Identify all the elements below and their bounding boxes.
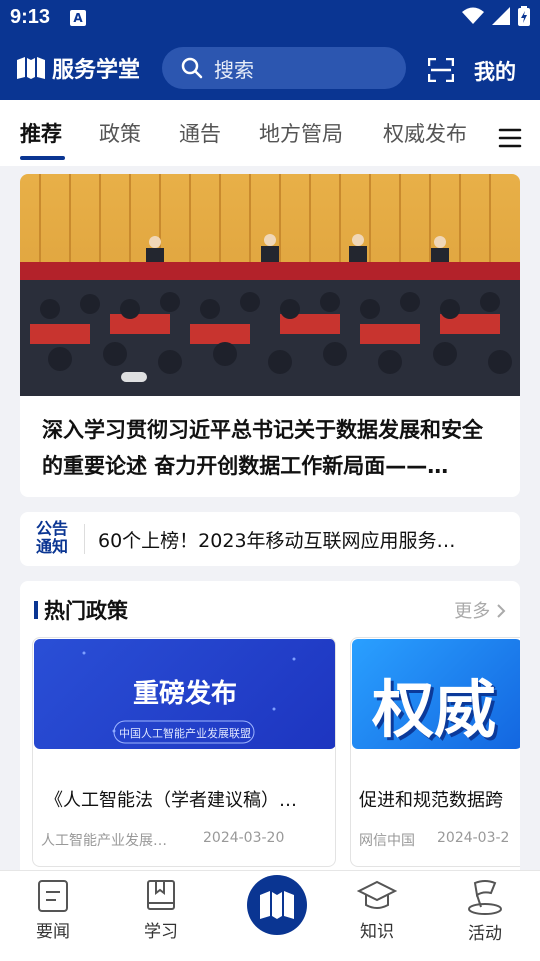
- tab-announcement[interactable]: 通告: [179, 118, 221, 148]
- search-placeholder: 搜索: [214, 57, 254, 82]
- policy-card[interactable]: 权威 促进和规范数据跨 网信中国 2024-03-2: [350, 637, 520, 867]
- policy-card-image: 权威: [352, 639, 520, 749]
- section-accent-bar: [34, 601, 38, 619]
- app-header: 服务学堂 搜索 我的: [0, 36, 540, 100]
- notice-logo-top: 公告: [35, 519, 68, 538]
- signal-icon: [492, 7, 510, 25]
- banner-card[interactable]: 深入学习贯彻习近平总书记关于数据发展和安全的重要论述 奋力开创数据工作新局面——…: [20, 174, 520, 497]
- policy-card-source: 网信中国: [359, 833, 415, 849]
- nav-study[interactable]: 学习: [121, 879, 201, 942]
- nav-center-button[interactable]: [247, 875, 307, 935]
- banner-title: 深入学习贯彻习近平总书记关于数据发展和安全的重要论述 奋力开创数据工作新局面——…: [42, 418, 483, 478]
- tab-recommend[interactable]: 推荐: [20, 118, 62, 148]
- search-bar[interactable]: 搜索: [162, 47, 406, 89]
- section-title: 热门政策: [44, 599, 128, 623]
- status-bar: 9:13 A: [0, 0, 540, 36]
- notice-text: 60个上榜！2023年移动互联网应用服务…: [98, 530, 456, 552]
- wifi-icon: [462, 7, 484, 24]
- notice-logo: 公告 通知: [32, 520, 72, 556]
- menu-icon[interactable]: [498, 128, 522, 148]
- status-time: 9:13: [10, 6, 51, 28]
- tab-local-bureau[interactable]: 地方管局: [259, 118, 343, 148]
- nav-activity-label: 活动: [468, 924, 502, 944]
- flag-icon: [468, 880, 502, 915]
- battery-icon: [518, 6, 530, 26]
- bottom-nav: 要闻 学习 知识 活动: [0, 870, 540, 961]
- more-label: 更多: [454, 601, 491, 622]
- category-tabs: 推荐 政策 通告 地方管局 权威发布: [0, 100, 540, 166]
- app-logo: 服务学堂: [16, 52, 140, 84]
- scan-icon[interactable]: [428, 58, 454, 82]
- policy-card[interactable]: 重磅发布 中国人工智能产业发展联盟 《人工智能法（学者建议稿）… 人工智能产业发…: [32, 637, 336, 867]
- nav-news-label: 要闻: [36, 922, 70, 942]
- tab-authoritative-release[interactable]: 权威发布: [383, 118, 467, 148]
- notice-logo-bottom: 通知: [35, 537, 68, 556]
- policy-card-date: 2024-03-20: [203, 830, 285, 846]
- nav-knowledge[interactable]: 知识: [337, 879, 417, 942]
- news-icon: [38, 880, 68, 912]
- policy-card-source: 人工智能产业发展…: [41, 833, 167, 849]
- chevron-right-icon: [497, 604, 506, 618]
- book-logo-icon: [17, 57, 45, 79]
- mine-button[interactable]: 我的: [474, 56, 516, 86]
- active-tab-indicator: [20, 156, 65, 160]
- book-icon: [147, 880, 175, 910]
- more-link[interactable]: 更多: [454, 597, 506, 623]
- policy-card-image-title: 权威: [372, 673, 497, 746]
- banner-image: [20, 174, 520, 396]
- nav-knowledge-label: 知识: [360, 922, 394, 942]
- notice-bar[interactable]: 公告 通知 60个上榜！2023年移动互联网应用服务…: [20, 512, 520, 566]
- center-logo-icon: [260, 891, 294, 919]
- carousel-indicator[interactable]: [121, 372, 147, 382]
- nav-news[interactable]: 要闻: [13, 879, 93, 942]
- nav-activity[interactable]: 活动: [445, 879, 525, 944]
- policy-card-image-title: 重磅发布: [132, 679, 237, 709]
- policy-card-image-subtitle: 中国人工智能产业发展联盟: [119, 727, 251, 740]
- hot-policy-section: 热门政策 更多 重磅发布 中国人工智能产业发展联盟 《人工智能法（学者建议稿）……: [20, 581, 520, 881]
- app-notification-icon: A: [70, 10, 86, 26]
- policy-card-title: 促进和规范数据跨: [359, 790, 503, 811]
- tab-policy[interactable]: 政策: [99, 118, 141, 148]
- graduation-cap-icon: [357, 880, 397, 909]
- nav-study-label: 学习: [144, 922, 178, 942]
- status-icons: [462, 6, 530, 26]
- policy-card-title: 《人工智能法（学者建议稿）…: [45, 790, 297, 811]
- policy-card-date: 2024-03-2: [437, 830, 510, 846]
- policy-card-image: 重磅发布 中国人工智能产业发展联盟: [34, 639, 335, 749]
- notice-divider: [84, 524, 85, 554]
- search-icon: [181, 57, 203, 79]
- logo-text: 服务学堂: [52, 58, 141, 83]
